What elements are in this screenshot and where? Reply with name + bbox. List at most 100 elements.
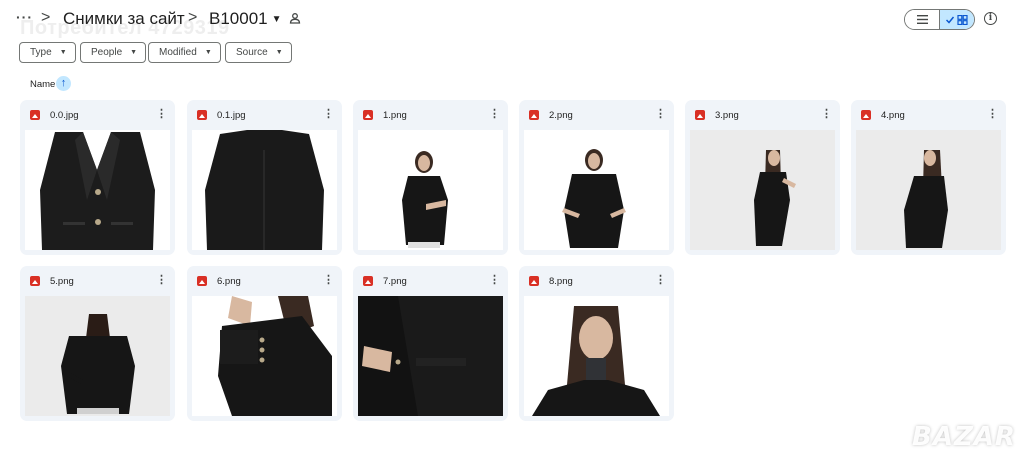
breadcrumb-current-label: B10001	[209, 9, 268, 28]
image-file-icon	[529, 276, 539, 286]
model-back-thumbnail	[61, 314, 135, 414]
bazar-logo: BAZAR	[912, 422, 1016, 452]
blazer-back-thumbnail	[205, 130, 324, 250]
file-card[interactable]: 4.png ⋮	[851, 100, 1006, 255]
grid-view-button[interactable]	[940, 10, 974, 29]
file-card-header: 4.png ⋮	[851, 100, 1006, 130]
image-file-icon	[861, 110, 871, 120]
breadcrumb-current-folder[interactable]: B10001 ▼	[209, 9, 282, 29]
list-icon	[916, 15, 928, 24]
file-name: 2.png	[549, 110, 573, 121]
filter-label: Source	[236, 47, 268, 58]
file-name: 5.png	[50, 276, 74, 287]
caret-down-icon[interactable]: ▼	[272, 14, 282, 25]
more-actions-icon[interactable]: ⋮	[821, 108, 832, 120]
portrait-thumbnail	[532, 306, 660, 416]
sleeve-detail-thumbnail	[218, 296, 332, 416]
chevron-right-icon: >	[188, 9, 198, 26]
model-front-thumbnail	[402, 151, 448, 248]
file-name: 3.png	[715, 110, 739, 121]
file-card[interactable]: 3.png ⋮	[685, 100, 840, 255]
file-card[interactable]: 6.png ⋮	[187, 266, 342, 421]
image-file-icon	[529, 110, 539, 120]
model-side-thumbnail	[754, 150, 796, 246]
file-thumbnail	[192, 296, 337, 416]
caret-down-icon: ▼	[59, 49, 67, 56]
image-file-icon	[197, 276, 207, 286]
file-card-header: 1.png ⋮	[353, 100, 508, 130]
file-thumbnail	[358, 296, 503, 416]
more-actions-icon[interactable]: ⋮	[655, 274, 666, 286]
file-card[interactable]: 7.png ⋮	[353, 266, 508, 421]
filter-label: Type	[30, 47, 52, 58]
info-icon[interactable]: i	[984, 12, 997, 25]
file-thumbnail	[690, 130, 835, 250]
pocket-detail-thumbnail	[358, 296, 503, 416]
toolbar: Потребител 4729319 ··· > Снимки за сайт …	[0, 0, 1024, 40]
sort-by-name-label[interactable]: Name	[30, 79, 55, 90]
list-view-button[interactable]	[905, 10, 940, 29]
caret-down-icon: ▼	[204, 49, 212, 56]
file-name: 1.png	[383, 110, 407, 121]
file-card[interactable]: 2.png ⋮	[519, 100, 674, 255]
more-options-button[interactable]: ···	[16, 9, 33, 25]
model-side-walk-thumbnail	[904, 150, 948, 248]
file-thumbnail	[358, 130, 503, 250]
filter-modified-chip[interactable]: Modified ▼	[148, 42, 221, 63]
file-card[interactable]: 8.png ⋮	[519, 266, 674, 421]
shared-folder-icon[interactable]	[289, 12, 301, 24]
breadcrumb-parent-folder[interactable]: Снимки за сайт	[63, 9, 185, 29]
filter-label: Modified	[159, 47, 197, 58]
view-toggle	[904, 9, 975, 30]
caret-down-icon: ▼	[275, 49, 283, 56]
image-file-icon	[363, 110, 373, 120]
file-thumbnail	[524, 130, 669, 250]
file-card[interactable]: 1.png ⋮	[353, 100, 508, 255]
file-card-header: 2.png ⋮	[519, 100, 674, 130]
model-front-hands-thumbnail	[562, 149, 626, 248]
file-thumbnail	[856, 130, 1001, 250]
file-name: 8.png	[549, 276, 573, 287]
more-actions-icon[interactable]: ⋮	[156, 108, 167, 120]
file-name: 6.png	[217, 276, 241, 287]
filter-type-chip[interactable]: Type ▼	[19, 42, 76, 63]
file-card-header: 7.png ⋮	[353, 266, 508, 296]
blazer-front-thumbnail	[40, 132, 155, 250]
file-card-header: 0.0.jpg ⋮	[20, 100, 175, 130]
file-name: 0.1.jpg	[217, 110, 246, 121]
file-thumbnail	[25, 130, 170, 250]
more-actions-icon[interactable]: ⋮	[156, 274, 167, 286]
file-card[interactable]: 0.1.jpg ⋮	[187, 100, 342, 255]
filter-label: People	[91, 47, 123, 58]
file-card[interactable]: 0.0.jpg ⋮	[20, 100, 175, 255]
file-card-header: 5.png ⋮	[20, 266, 175, 296]
file-name: 0.0.jpg	[50, 110, 79, 121]
file-name: 4.png	[881, 110, 905, 121]
file-card-header: 8.png ⋮	[519, 266, 674, 296]
sort-direction-arrow-icon[interactable]: ↑	[56, 76, 71, 91]
file-thumbnail	[524, 296, 669, 416]
filter-source-chip[interactable]: Source ▼	[225, 42, 292, 63]
more-actions-icon[interactable]: ⋮	[987, 108, 998, 120]
more-actions-icon[interactable]: ⋮	[489, 108, 500, 120]
more-actions-icon[interactable]: ⋮	[323, 108, 334, 120]
image-file-icon	[197, 110, 207, 120]
more-actions-icon[interactable]: ⋮	[489, 274, 500, 286]
file-card-header: 0.1.jpg ⋮	[187, 100, 342, 130]
image-file-icon	[695, 110, 705, 120]
image-file-icon	[30, 110, 40, 120]
file-name: 7.png	[383, 276, 407, 287]
image-file-icon	[30, 276, 40, 286]
file-thumbnail	[25, 296, 170, 416]
image-file-icon	[363, 276, 373, 286]
caret-down-icon: ▼	[130, 49, 138, 56]
file-card-header: 6.png ⋮	[187, 266, 342, 296]
more-actions-icon[interactable]: ⋮	[655, 108, 666, 120]
filter-people-chip[interactable]: People ▼	[80, 42, 147, 63]
file-thumbnail	[192, 130, 337, 250]
file-card[interactable]: 5.png ⋮	[20, 266, 175, 421]
more-actions-icon[interactable]: ⋮	[323, 274, 334, 286]
chevron-right-icon: >	[41, 9, 51, 26]
file-card-header: 3.png ⋮	[685, 100, 840, 130]
grid-icon	[946, 14, 968, 25]
